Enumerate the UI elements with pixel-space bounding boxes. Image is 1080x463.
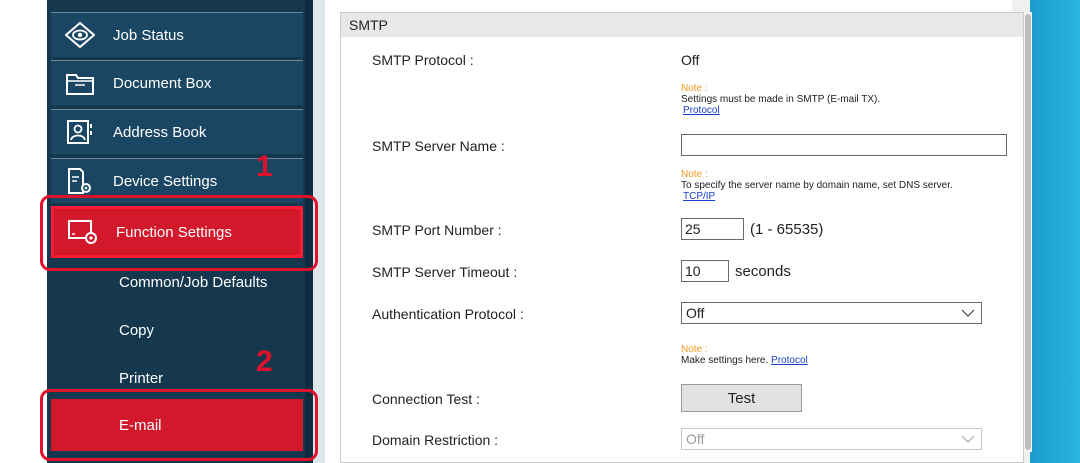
sidebar-item-label: Document Box [113, 74, 212, 92]
smtp-protocol-label: SMTP Protocol : [372, 52, 474, 68]
address-book-icon [63, 117, 97, 147]
step2-number: 2 [256, 345, 273, 378]
auth-protocol-select[interactable]: Off [681, 302, 982, 324]
sidebar-item-label: Job Status [113, 26, 184, 44]
smtp-timeout-unit: seconds [735, 263, 791, 280]
scrollbar[interactable] [1024, 12, 1032, 452]
device-settings-icon [63, 166, 97, 196]
sidebar-item-job-status[interactable]: Job Status [51, 12, 303, 57]
note-text: To specify the server name by domain nam… [681, 180, 953, 191]
smtp-server-name-input[interactable] [681, 134, 1007, 156]
auth-protocol-label: Authentication Protocol : [372, 306, 524, 322]
domain-restriction-select[interactable]: Off [681, 428, 982, 450]
smtp-port-label: SMTP Port Number : [372, 222, 502, 238]
panel-title: SMTP [341, 13, 1023, 37]
tcpip-link[interactable]: TCP/IP [683, 191, 953, 202]
chevron-down-icon [961, 432, 975, 449]
sidebar-item-label: Address Book [113, 123, 207, 141]
note-prefix: Note : [681, 169, 708, 180]
chevron-down-icon [961, 306, 975, 323]
smtp-timeout-input[interactable] [681, 260, 729, 282]
note-text: Make settings here. [681, 355, 769, 366]
note-auth: Note : Make settings here. Protocol [681, 344, 808, 366]
step2-highlight [40, 389, 318, 461]
note-prefix: Note : [681, 83, 708, 94]
sidebar-item-address-book[interactable]: Address Book [51, 109, 303, 154]
smtp-port-range: (1 - 65535) [750, 221, 824, 238]
note-dns: Note : To specify the server name by dom… [681, 169, 953, 202]
folder-icon [63, 68, 97, 98]
smtp-port-input[interactable] [681, 218, 744, 240]
protocol-link[interactable]: Protocol [771, 355, 808, 366]
scrollbar-thumb[interactable] [1025, 14, 1031, 450]
panel-title-text: SMTP [349, 17, 388, 33]
smtp-timeout-label: SMTP Server Timeout : [372, 264, 518, 280]
test-button[interactable]: Test [681, 384, 802, 412]
sidebar-subitem-label: Common/Job Defaults [119, 273, 268, 291]
sidebar-item-document-box[interactable]: Document Box [51, 60, 303, 105]
eye-icon [63, 20, 97, 50]
sidebar-item-label: Device Settings [113, 172, 218, 190]
connection-test-label: Connection Test : [372, 391, 480, 407]
protocol-link[interactable]: Protocol [683, 105, 880, 116]
domain-restriction-label: Domain Restriction : [372, 432, 499, 448]
domain-restriction-value: Off [686, 431, 705, 447]
smtp-server-name-label: SMTP Server Name : [372, 138, 505, 154]
right-accent-bar [1030, 0, 1080, 463]
smtp-protocol-value: Off [681, 52, 700, 68]
step1-number: 1 [256, 150, 273, 183]
step1-highlight [40, 195, 318, 271]
sidebar-subitem-label: Printer [119, 369, 164, 387]
sidebar-subitem-label: Copy [119, 321, 155, 339]
auth-protocol-value: Off [686, 305, 705, 321]
note-smtp: Note : Settings must be made in SMTP (E-… [681, 83, 880, 116]
note-text: Settings must be made in SMTP (E-mail TX… [681, 94, 881, 105]
note-prefix: Note : [681, 344, 708, 355]
